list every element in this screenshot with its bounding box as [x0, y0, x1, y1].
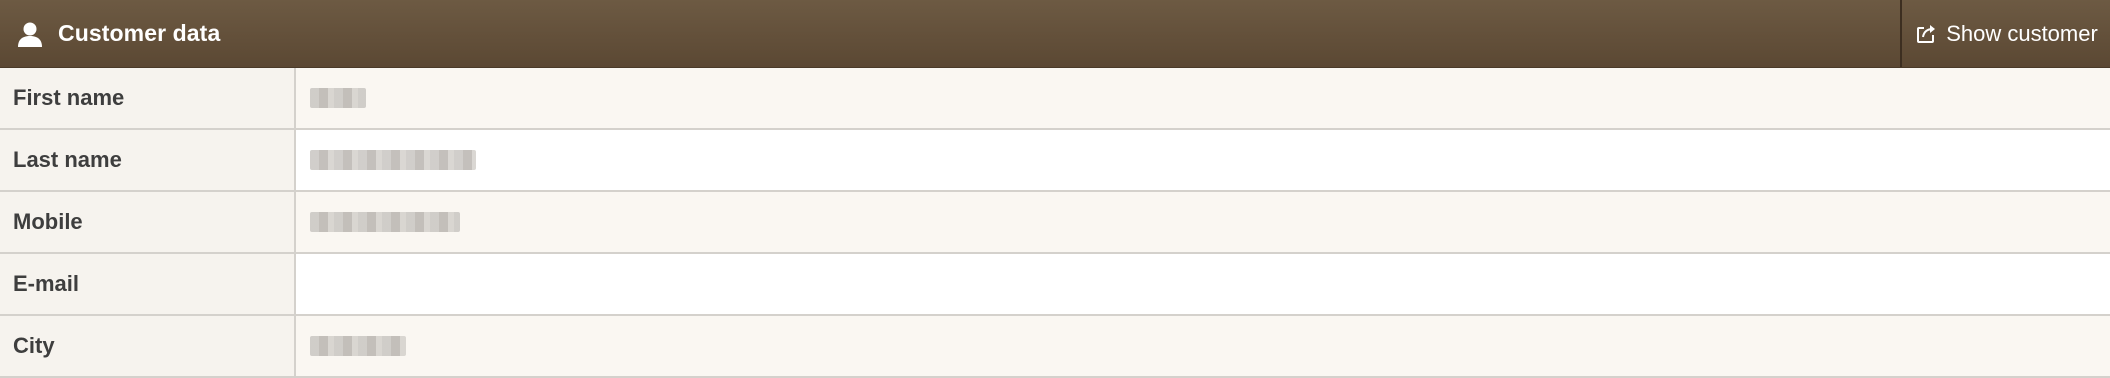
field-row-mobile: Mobile — [0, 192, 2110, 254]
redacted-value — [310, 336, 406, 356]
field-value-email — [296, 254, 2110, 314]
field-label-mobile: Mobile — [0, 192, 296, 252]
user-icon — [16, 20, 44, 48]
field-value-city — [296, 316, 2110, 376]
panel-title: Customer data — [58, 20, 221, 46]
redacted-value — [310, 150, 476, 170]
redacted-value — [310, 88, 366, 108]
field-value-first-name — [296, 68, 2110, 128]
customer-fields-table: First name Last name Mobile E-mail City — [0, 68, 2110, 378]
field-row-last-name: Last name — [0, 130, 2110, 192]
customer-data-panel: Customer data Show customer First name L… — [0, 0, 2110, 378]
show-customer-label: Show customer — [1946, 20, 2098, 46]
field-row-first-name: First name — [0, 68, 2110, 130]
field-label-city: City — [0, 316, 296, 376]
field-value-last-name — [296, 130, 2110, 190]
field-label-first-name: First name — [0, 68, 296, 128]
field-value-mobile — [296, 192, 2110, 252]
panel-title-area: Customer data — [0, 0, 1900, 67]
show-customer-button[interactable]: Show customer — [1900, 0, 2110, 67]
panel-header: Customer data Show customer — [0, 0, 2110, 68]
field-row-city: City — [0, 316, 2110, 378]
redacted-value — [310, 212, 460, 232]
external-link-icon — [1914, 22, 1938, 46]
field-label-email: E-mail — [0, 254, 296, 314]
field-row-email: E-mail — [0, 254, 2110, 316]
field-label-last-name: Last name — [0, 130, 296, 190]
